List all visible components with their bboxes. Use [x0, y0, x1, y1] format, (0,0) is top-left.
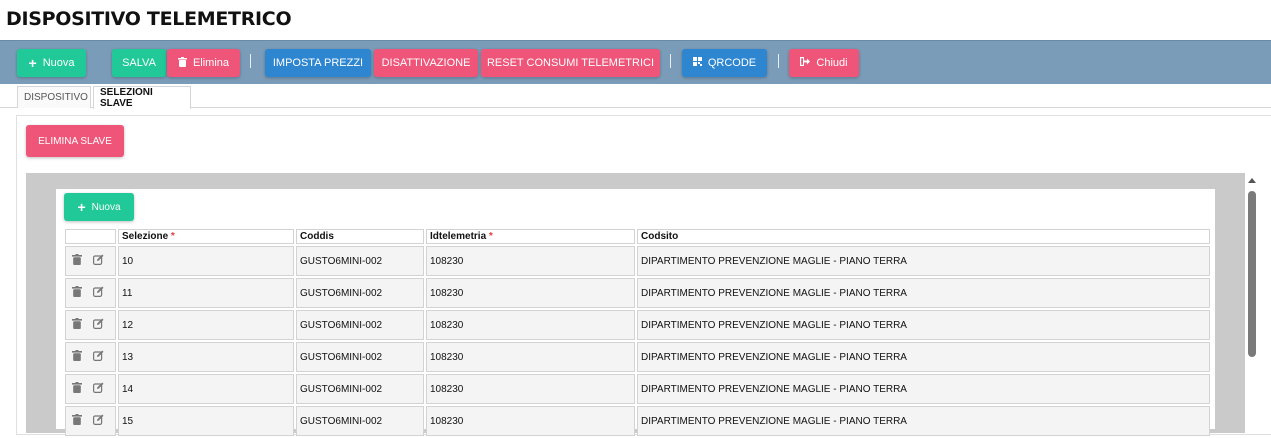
table-row[interactable]: 15 GUSTO6MINI-002 108230 DIPARTIMENTO PREVE… — [65, 406, 1210, 436]
disattivazione-button[interactable]: DISATTIVAZIONE — [374, 49, 478, 77]
nuova-label: Nuova — [42, 57, 75, 69]
toolbar-separator — [670, 54, 671, 68]
cell-coddis[interactable]: GUSTO6MINI-002 — [296, 246, 424, 276]
elimina-label: Elimina — [192, 57, 230, 69]
toolbar: + Nuova SALVA Elimina IMPOSTA PREZZI DIS… — [0, 40, 1271, 84]
row-actions — [65, 246, 116, 276]
qrcode-icon — [692, 57, 702, 69]
nuova-slave-label: Nuova — [91, 201, 121, 213]
cell-selezione[interactable]: 13 — [118, 342, 294, 372]
cell-idtelemetria[interactable]: 108230 — [426, 342, 635, 372]
required-marker: * — [488, 231, 493, 242]
tab-bar: DISPOSITIVO SELEZIONI SLAVE — [0, 86, 1271, 109]
row-actions — [65, 406, 116, 436]
elimina-slave-label: ELIMINA SLAVE — [38, 135, 112, 147]
cell-coddis[interactable]: GUSTO6MINI-002 — [296, 310, 424, 340]
cell-coddis[interactable]: GUSTO6MINI-002 — [296, 278, 424, 308]
column-header-label: Idtelemetria — [430, 231, 487, 242]
selezioni-table: Selezione * Coddis Idtelemetria * Codsit… — [63, 227, 1212, 438]
elimina-button[interactable]: Elimina — [167, 49, 240, 77]
sign-out-icon — [800, 57, 811, 69]
table-header-row: Selezione * Coddis Idtelemetria * Codsit… — [65, 229, 1210, 244]
elimina-slave-button[interactable]: ELIMINA SLAVE — [26, 125, 124, 157]
cell-codsito[interactable]: DIPARTIMENTO PREVENZIONE MAGLIE - PIANO … — [637, 278, 1210, 308]
cell-codsito[interactable]: DIPARTIMENTO PREVENZIONE MAGLIE - PIANO … — [637, 374, 1210, 404]
edit-icon[interactable] — [93, 382, 104, 396]
tab-selezioni-slave[interactable]: SELEZIONI SLAVE — [93, 86, 191, 109]
cell-selezione[interactable]: 11 — [118, 278, 294, 308]
imposta-prezzi-button[interactable]: IMPOSTA PREZZI — [265, 49, 371, 77]
chiudi-label: Chiudi — [816, 57, 848, 69]
trash-icon[interactable] — [72, 254, 82, 268]
table-row[interactable]: 13 GUSTO6MINI-002 108230 DIPARTIMENTO PREVE… — [65, 342, 1210, 372]
cell-idtelemetria[interactable]: 108230 — [426, 246, 635, 276]
imposta-prezzi-label: IMPOSTA PREZZI — [272, 57, 364, 69]
edit-icon[interactable] — [93, 286, 104, 300]
table-row[interactable]: 14 GUSTO6MINI-002 108230 DIPARTIMENTO PREVE… — [65, 374, 1210, 404]
trash-icon — [177, 56, 187, 70]
cell-codsito[interactable]: DIPARTIMENTO PREVENZIONE MAGLIE - PIANO … — [637, 406, 1210, 436]
trash-icon[interactable] — [72, 350, 82, 364]
page-title: DISPOSITIVO TELEMETRICO — [6, 8, 292, 30]
scroll-up-icon[interactable] — [1248, 178, 1256, 183]
edit-icon[interactable] — [93, 350, 104, 364]
plus-icon: + — [77, 199, 86, 215]
trash-icon[interactable] — [72, 318, 82, 332]
cell-selezione[interactable]: 10 — [118, 246, 294, 276]
trash-icon[interactable] — [72, 382, 82, 396]
row-actions — [65, 278, 116, 308]
column-header-idtelemetria[interactable]: Idtelemetria * — [426, 229, 635, 244]
column-header-label: Codsito — [641, 231, 679, 242]
cell-coddis[interactable]: GUSTO6MINI-002 — [296, 374, 424, 404]
edit-icon[interactable] — [93, 318, 104, 332]
nuova-button[interactable]: + Nuova — [17, 49, 86, 77]
column-header-codsito[interactable]: Codsito — [637, 229, 1210, 244]
chiudi-button[interactable]: Chiudi — [789, 49, 859, 77]
table-row[interactable]: 10 GUSTO6MINI-002 108230 DIPARTIMENTO PREVE… — [65, 246, 1210, 276]
row-actions — [65, 374, 116, 404]
cell-selezione[interactable]: 15 — [118, 406, 294, 436]
table-row[interactable]: 11 GUSTO6MINI-002 108230 DIPARTIMENTO PREVE… — [65, 278, 1210, 308]
cell-coddis[interactable]: GUSTO6MINI-002 — [296, 342, 424, 372]
cell-idtelemetria[interactable]: 108230 — [426, 278, 635, 308]
column-header-coddis[interactable]: Coddis — [296, 229, 424, 244]
reset-consumi-button[interactable]: RESET CONSUMI TELEMETRICI — [481, 49, 660, 77]
qrcode-button[interactable]: QRCODE — [682, 49, 767, 77]
salva-button[interactable]: SALVA — [112, 49, 166, 77]
cell-coddis[interactable]: GUSTO6MINI-002 — [296, 406, 424, 436]
tab-dispositivo[interactable]: DISPOSITIVO — [17, 86, 91, 108]
qrcode-label: QRCODE — [707, 57, 757, 69]
cell-codsito[interactable]: DIPARTIMENTO PREVENZIONE MAGLIE - PIANO … — [637, 246, 1210, 276]
actions-column-header — [65, 229, 116, 244]
cell-idtelemetria[interactable]: 108230 — [426, 406, 635, 436]
salva-label: SALVA — [122, 57, 156, 69]
required-marker: * — [170, 231, 175, 242]
toolbar-separator — [250, 54, 251, 68]
plus-icon: + — [28, 55, 37, 71]
cell-codsito[interactable]: DIPARTIMENTO PREVENZIONE MAGLIE - PIANO … — [637, 310, 1210, 340]
cell-selezione[interactable]: 14 — [118, 374, 294, 404]
trash-icon[interactable] — [72, 286, 82, 300]
row-actions — [65, 342, 116, 372]
disattivazione-label: DISATTIVAZIONE — [381, 57, 471, 69]
column-header-label: Coddis — [300, 231, 334, 242]
row-actions — [65, 310, 116, 340]
cell-codsito[interactable]: DIPARTIMENTO PREVENZIONE MAGLIE - PIANO … — [637, 342, 1210, 372]
cell-idtelemetria[interactable]: 108230 — [426, 310, 635, 340]
column-header-selezione[interactable]: Selezione * — [118, 229, 294, 244]
column-header-label: Selezione — [122, 231, 169, 242]
table-row[interactable]: 12 GUSTO6MINI-002 108230 DIPARTIMENTO PREVE… — [65, 310, 1210, 340]
cell-idtelemetria[interactable]: 108230 — [426, 374, 635, 404]
scrollbar-thumb[interactable] — [1248, 191, 1256, 357]
nuova-slave-button[interactable]: + Nuova — [64, 193, 134, 221]
edit-icon[interactable] — [93, 254, 104, 268]
reset-consumi-label: RESET CONSUMI TELEMETRICI — [486, 57, 655, 69]
cell-selezione[interactable]: 12 — [118, 310, 294, 340]
toolbar-separator — [778, 54, 779, 68]
